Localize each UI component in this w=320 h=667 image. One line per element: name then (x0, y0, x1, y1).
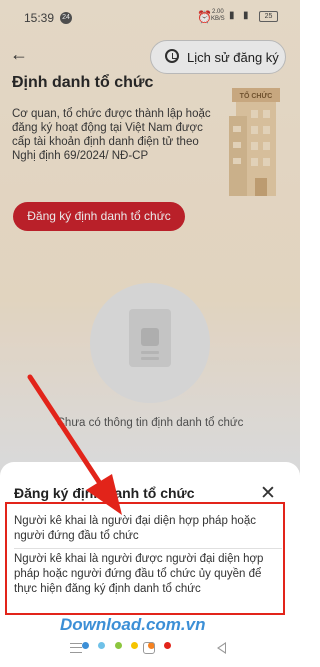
download-watermark: Download.com.vn (60, 615, 206, 634)
recent-apps-icon[interactable] (70, 643, 82, 653)
options-highlight-box (5, 502, 285, 615)
system-nav-bar (0, 638, 300, 667)
app-screen: 15:39 24 ⏰ 2.00 KB/S ▮ ▮ 25 ← Lịch sử đăn… (0, 0, 300, 667)
nav-back-icon[interactable] (217, 642, 226, 654)
sheet-title: Đăng ký định danh tổ chức (14, 485, 195, 501)
home-icon[interactable] (143, 642, 155, 654)
